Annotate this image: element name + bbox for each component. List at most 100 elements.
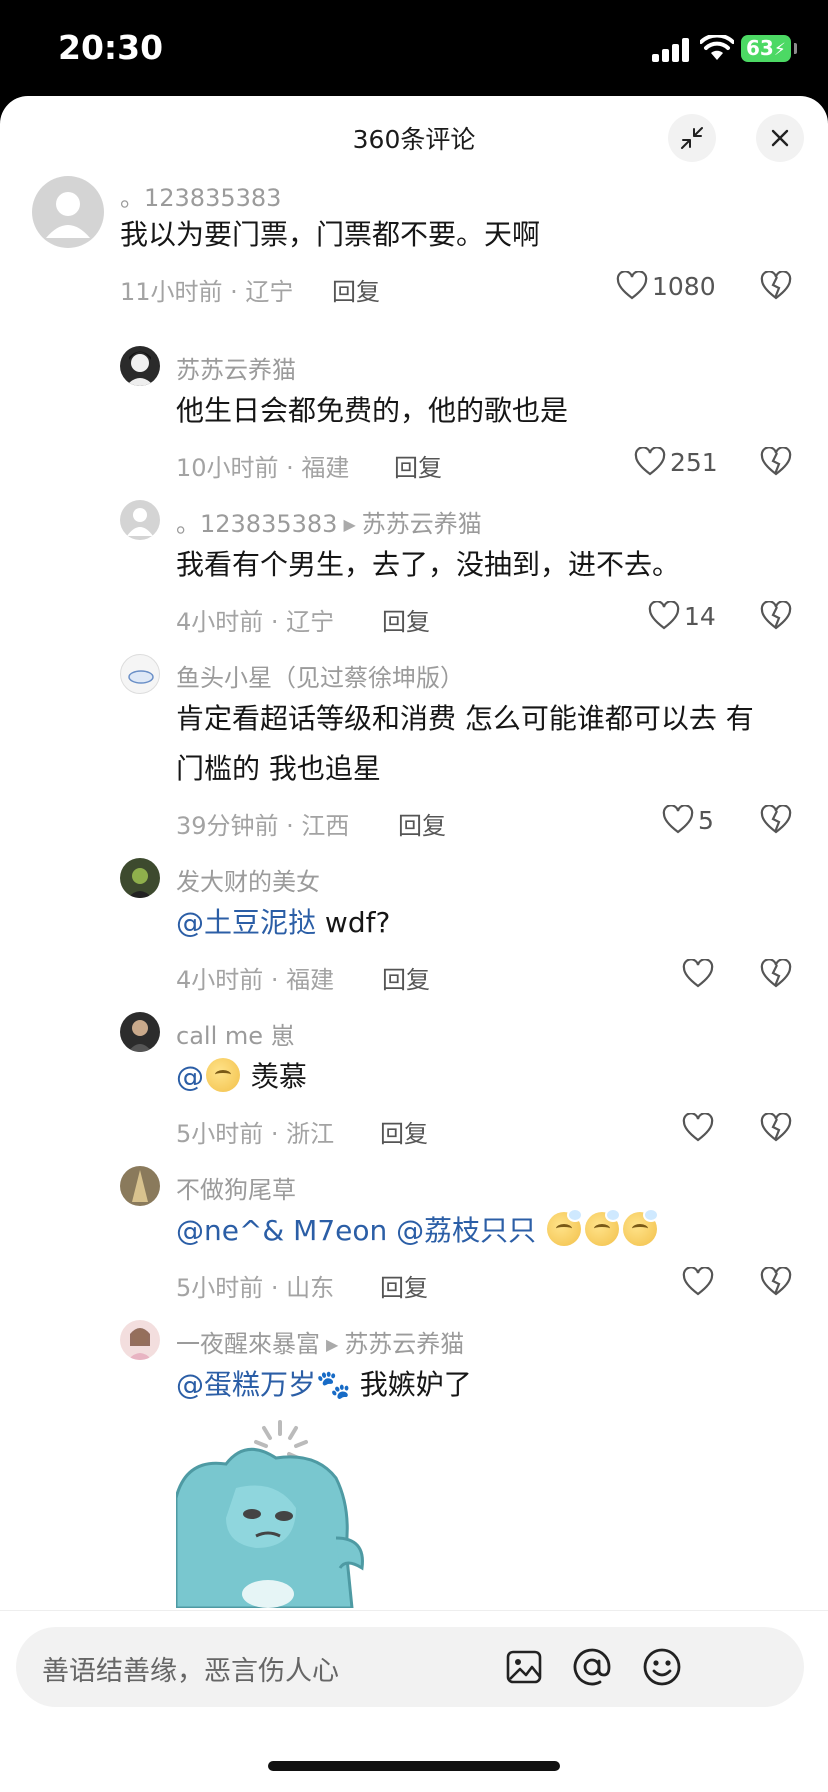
comment-text: @ne^& M7eon @荔枝只只 xyxy=(176,1206,660,1255)
comment-text-content: 羡慕 xyxy=(242,1060,307,1093)
reply-button[interactable]: 回复 xyxy=(394,448,442,483)
comment-text-content xyxy=(536,1214,545,1247)
wifi-icon xyxy=(700,35,734,60)
sticker-image[interactable] xyxy=(174,1418,376,1610)
comment-username[interactable]: 鱼头小星（见过蔡徐坤版） xyxy=(176,658,464,693)
reply-item: call me 崽 @ 羡慕 5小时前 · 浙江 回复 xyxy=(0,1012,828,1148)
like-button[interactable] xyxy=(682,1112,714,1144)
comment-meta: 4小时前 · 福建 xyxy=(176,966,335,994)
heart-icon xyxy=(648,601,680,630)
comment-username[interactable]: 苏苏云养猫 xyxy=(176,350,296,385)
like-count: 251 xyxy=(670,447,718,477)
reply-button[interactable]: 回复 xyxy=(382,602,430,637)
reply-item: 发大财的美女 @土豆泥挞 wdf? 4小时前 · 福建 回复 xyxy=(0,858,828,994)
comment-meta: 11小时前 · 辽宁 xyxy=(120,278,294,306)
avatar[interactable] xyxy=(120,1012,160,1052)
dislike-heart-icon[interactable] xyxy=(760,1267,792,1297)
collapse-button[interactable] xyxy=(668,114,716,162)
like-button[interactable]: 5 xyxy=(662,804,714,836)
collapse-icon xyxy=(681,127,703,149)
reply-button[interactable]: 回复 xyxy=(380,1114,428,1149)
dislike-heart-icon[interactable] xyxy=(760,959,792,989)
avatar[interactable] xyxy=(120,654,160,694)
home-indicator xyxy=(268,1761,560,1771)
comment-text: @土豆泥挞 wdf? xyxy=(176,898,390,947)
charging-bolt-icon: ⚡ xyxy=(773,40,786,60)
dislike-heart-icon[interactable] xyxy=(760,447,792,477)
comment-username[interactable]: 一夜醒來暴富 ▶ 苏苏云养猫 xyxy=(176,1324,464,1359)
comment-meta: 10小时前 · 福建 xyxy=(176,454,350,482)
heart-icon xyxy=(682,1113,714,1142)
input-placeholder: 善语结善缘，恶言伤人心 xyxy=(42,1656,339,1687)
like-button[interactable] xyxy=(682,958,714,990)
emoji-icon[interactable] xyxy=(642,1647,682,1687)
reply-to-username[interactable]: 苏苏云养猫 xyxy=(362,510,482,538)
signal-icon xyxy=(652,38,692,62)
comment-username[interactable]: 。123835383 ▶ 苏苏云养猫 xyxy=(176,504,482,539)
reply-arrow-icon: ▶ xyxy=(326,1335,339,1354)
dislike-heart-icon[interactable] xyxy=(760,271,792,301)
comment-text-line-2: 门槛的 我也追星 xyxy=(176,752,381,785)
like-button[interactable] xyxy=(682,1266,714,1298)
avatar[interactable] xyxy=(120,346,160,386)
reply-item: 一夜醒來暴富 ▶ 苏苏云养猫 @蛋糕万岁🐾 我嫉妒了 xyxy=(0,1320,828,1420)
comment-text: @蛋糕万岁🐾 我嫉妒了 xyxy=(176,1360,472,1409)
comment-username[interactable]: call me 崽 xyxy=(176,1016,295,1051)
battery-indicator: 63⚡ xyxy=(741,35,797,62)
status-time: 20:30 xyxy=(58,28,164,67)
reply-button[interactable]: 回复 xyxy=(332,272,380,307)
comment-meta: 39分钟前 · 江西 xyxy=(176,812,350,840)
status-bar: 20:30 63⚡ xyxy=(0,0,828,96)
dislike-heart-icon[interactable] xyxy=(760,601,792,631)
like-button[interactable]: 14 xyxy=(648,600,716,632)
avatar[interactable] xyxy=(120,1166,160,1206)
close-button[interactable] xyxy=(756,114,804,162)
reply-button[interactable]: 回复 xyxy=(380,1268,428,1303)
reply-button[interactable]: 回复 xyxy=(382,960,430,995)
comment-username[interactable]: 。123835383 xyxy=(120,178,281,213)
comment-username-text[interactable]: 一夜醒來暴富 xyxy=(176,1330,320,1358)
avatar[interactable] xyxy=(32,176,104,248)
reply-item: 不做狗尾草 @ne^& M7eon @荔枝只只 5小时前 · 山东 回复 xyxy=(0,1166,828,1302)
reply-to-username[interactable]: 苏苏云养猫 xyxy=(344,1330,464,1358)
reply-button[interactable]: 回复 xyxy=(398,806,446,841)
mention-link[interactable]: @ xyxy=(176,1060,204,1093)
avatar[interactable] xyxy=(120,1320,160,1360)
comment-text: 我看有个男生，去了，没抽到，进不去。 xyxy=(176,548,681,581)
paw-emoji-icon: 🐾 xyxy=(316,1368,351,1401)
dizzy-emoji-icon xyxy=(585,1208,622,1246)
heart-icon xyxy=(634,447,666,476)
comment-text-line-1: 肯定看超话等级和消费 怎么可能谁都可以去 有 xyxy=(176,702,754,735)
mention-link[interactable]: @ne^& M7eon @荔枝只只 xyxy=(176,1214,536,1247)
comment-username[interactable]: 不做狗尾草 xyxy=(176,1170,296,1205)
reply-item: 。123835383 ▶ 苏苏云养猫 我看有个男生，去了，没抽到，进不去。 4小时前… xyxy=(0,500,828,636)
bandage-emoji-icon xyxy=(206,1058,240,1092)
comment-text-content: wdf? xyxy=(316,906,391,939)
heart-icon xyxy=(662,805,694,834)
comment-text: @ 羡慕 xyxy=(176,1052,307,1101)
comment-input[interactable]: 善语结善缘，恶言伤人心 xyxy=(16,1627,804,1707)
comment-text: 我以为要门票，门票都不要。天啊 xyxy=(120,218,541,251)
heart-icon xyxy=(682,1267,714,1296)
comment-item: 。123835383 我以为要门票，门票都不要。天啊 11小时前 · 辽宁 回复… xyxy=(0,176,828,316)
at-icon[interactable] xyxy=(572,1647,612,1687)
avatar[interactable] xyxy=(120,500,160,540)
mention-link[interactable]: @蛋糕万岁 xyxy=(176,1368,316,1401)
mention-link[interactable]: @土豆泥挞 xyxy=(176,906,316,939)
comment-meta: 5小时前 · 浙江 xyxy=(176,1120,335,1148)
like-count: 5 xyxy=(698,805,714,835)
dizzy-emoji-icon xyxy=(623,1208,660,1246)
like-button[interactable]: 1080 xyxy=(616,270,716,302)
comment-text-content: 我嫉妒了 xyxy=(350,1368,472,1401)
comment-input-bar: 善语结善缘，恶言伤人心 xyxy=(0,1610,828,1792)
avatar[interactable] xyxy=(120,858,160,898)
battery-level: 63 xyxy=(746,36,774,60)
like-button[interactable]: 251 xyxy=(634,446,718,478)
comment-username[interactable]: 发大财的美女 xyxy=(176,862,320,897)
dislike-heart-icon[interactable] xyxy=(760,1113,792,1143)
dislike-heart-icon[interactable] xyxy=(760,805,792,835)
like-count: 1080 xyxy=(652,271,716,301)
comment-text: 他生日会都免费的，他的歌也是 xyxy=(176,394,569,427)
comment-username-text[interactable]: 。123835383 xyxy=(176,510,337,538)
image-icon[interactable] xyxy=(504,1647,544,1687)
